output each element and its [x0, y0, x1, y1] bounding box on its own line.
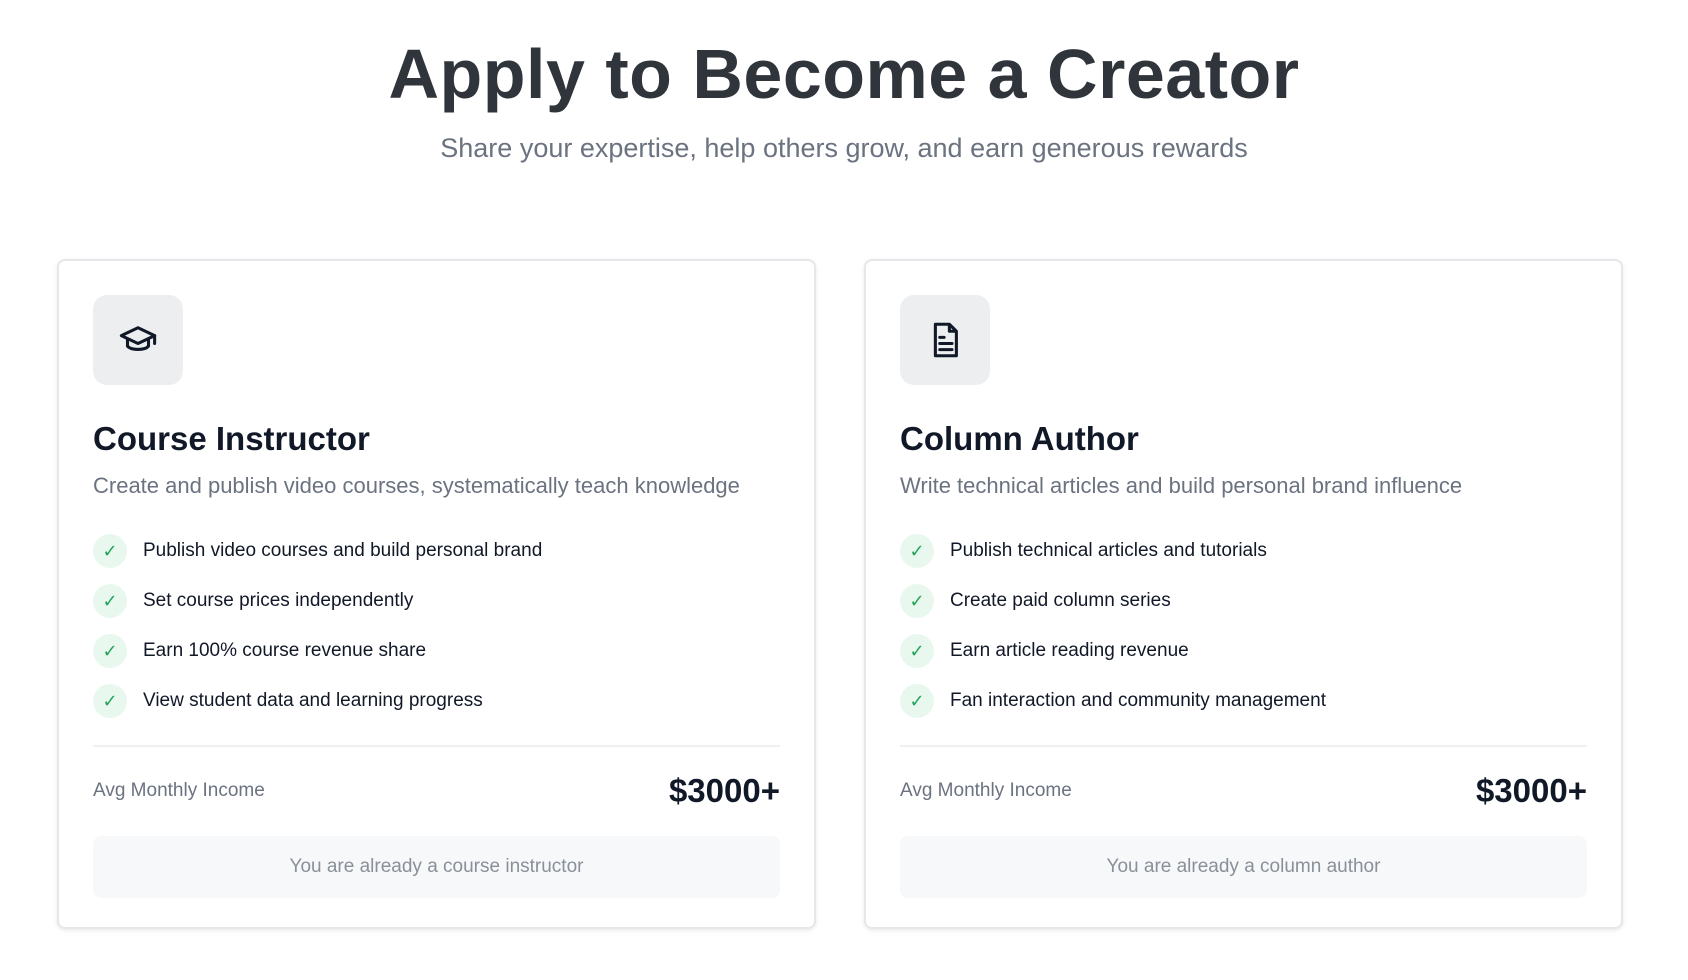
- income-label: Avg Monthly Income: [900, 780, 1072, 801]
- divider: [900, 745, 1587, 747]
- income-value: $3000+: [1475, 772, 1587, 809]
- divider: [93, 745, 780, 747]
- graduation-cap-icon: [93, 295, 183, 385]
- card-title: Course Instructor: [93, 420, 370, 457]
- page-subtitle: Share your expertise, help others grow, …: [440, 133, 1248, 163]
- feature-label: Earn article reading revenue: [950, 640, 1189, 661]
- feature-list: ✓ Publish video courses and build person…: [93, 526, 542, 726]
- already-column-author-button[interactable]: You are already a column author: [900, 836, 1587, 898]
- feature-label: Set course prices independently: [143, 590, 414, 611]
- card-title: Column Author: [900, 420, 1139, 457]
- feature-item: ✓ View student data and learning progres…: [93, 676, 542, 726]
- check-icon: ✓: [900, 634, 934, 668]
- feature-item: ✓ Publish video courses and build person…: [93, 526, 542, 576]
- income-value: $3000+: [668, 772, 780, 809]
- check-icon: ✓: [900, 684, 934, 718]
- card-description: Create and publish video courses, system…: [93, 473, 740, 498]
- already-course-instructor-button[interactable]: You are already a course instructor: [93, 836, 780, 898]
- feature-label: Fan interaction and community management: [950, 690, 1326, 711]
- feature-label: Earn 100% course revenue share: [143, 640, 427, 661]
- course-instructor-card: Course Instructor Create and publish vid…: [57, 259, 816, 929]
- income-label: Avg Monthly Income: [93, 780, 265, 801]
- document-icon: [900, 295, 990, 385]
- feature-item: ✓ Set course prices independently: [93, 576, 542, 626]
- feature-item: ✓ Earn article reading revenue: [900, 626, 1326, 676]
- feature-label: Publish technical articles and tutorials: [950, 540, 1267, 561]
- check-icon: ✓: [900, 534, 934, 568]
- check-icon: ✓: [93, 634, 127, 668]
- feature-label: Publish video courses and build personal…: [143, 540, 543, 561]
- check-icon: ✓: [93, 584, 127, 618]
- page-title: Apply to Become a Creator: [388, 35, 1300, 113]
- feature-item: ✓ Publish technical articles and tutoria…: [900, 526, 1326, 576]
- check-icon: ✓: [900, 584, 934, 618]
- check-icon: ✓: [93, 534, 127, 568]
- feature-list: ✓ Publish technical articles and tutoria…: [900, 526, 1326, 726]
- check-icon: ✓: [93, 684, 127, 718]
- card-description: Write technical articles and build perso…: [900, 473, 1463, 498]
- feature-item: ✓ Create paid column series: [900, 576, 1326, 626]
- feature-item: ✓ Earn 100% course revenue share: [93, 626, 542, 676]
- feature-item: ✓ Fan interaction and community manageme…: [900, 676, 1326, 726]
- feature-label: Create paid column series: [950, 590, 1171, 611]
- feature-label: View student data and learning progress: [143, 690, 483, 711]
- column-author-card: Column Author Write technical articles a…: [864, 259, 1623, 929]
